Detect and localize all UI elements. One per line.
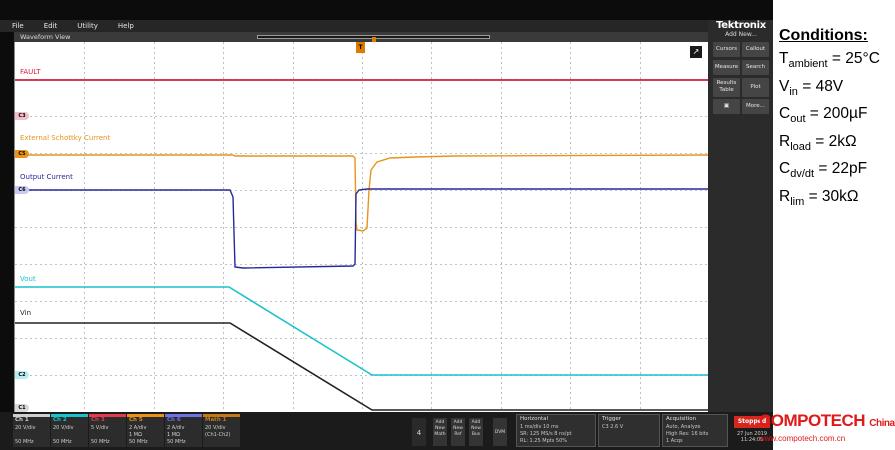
cursors-button[interactable]: Cursors <box>713 42 740 57</box>
oscilloscope-window: File Edit Utility Help Waveform View T ↗… <box>0 0 773 450</box>
add-new-ref-button[interactable]: Add New Ref <box>451 418 465 446</box>
search-button[interactable]: Search <box>742 60 769 75</box>
condition-cdvdt: Cdv/dt = 22pF <box>779 160 868 181</box>
channel-badge-setting: 1 MΩ <box>167 432 180 438</box>
more-button[interactable]: More... <box>742 99 769 114</box>
channel-badge-ch-6[interactable]: Ch 6 2 A/div 1 MΩ 50 MHz <box>165 414 202 447</box>
trace-label-fault: FAULT <box>20 68 41 76</box>
add-new-label: Add New... <box>725 31 757 38</box>
horizontal-title: Horizontal <box>520 416 549 422</box>
callout-button[interactable]: Callout <box>742 42 769 57</box>
channel-5-offset-marker[interactable]: C5 <box>15 150 29 158</box>
watermark: COMPOTECH China www.compotech.com.cn <box>759 411 895 444</box>
channel-badge-ch-1[interactable]: Ch 1 20 V/div 50 MHz <box>13 414 50 447</box>
timebase-navigator[interactable] <box>257 35 490 44</box>
channel-badge-ch-3[interactable]: Ch 3 5 V/div 50 MHz <box>89 414 126 447</box>
trigger-line-1: C3 2.6 V <box>602 424 624 430</box>
channel-count[interactable]: 4 <box>412 418 426 446</box>
vin-trace <box>15 322 709 411</box>
channel-6-offset-marker[interactable]: C6 <box>15 186 29 194</box>
waveform-plot[interactable]: T ↗ FAULT External Schottky Current Outp… <box>14 42 709 412</box>
channel-badge-setting: 50 MHz <box>167 439 186 445</box>
menu-help[interactable]: Help <box>106 22 142 30</box>
horizontal-line-2: SR: 125 MS/s 8 ns/pt <box>520 431 572 437</box>
channel-badge-ch-5[interactable]: Ch 5 2 A/div 1 MΩ 50 MHz <box>127 414 164 447</box>
channel-badge-setting: (Ch1-Ch2) <box>205 432 231 438</box>
waveform-view-title: Waveform View <box>20 33 71 41</box>
channel-badge-setting: 2 A/div <box>129 425 147 431</box>
acquisition-settings[interactable]: Acquisition Auto, Analyze High Res: 16 b… <box>662 414 728 447</box>
collapse-arrow-icon[interactable]: ↗ <box>690 46 702 58</box>
brand-logo: Tektronix <box>716 20 766 31</box>
menu-file[interactable]: File <box>0 22 32 30</box>
channel-badge-setting: 50 MHz <box>91 439 110 445</box>
channel-1-offset-marker[interactable]: C1 <box>15 404 29 412</box>
channel-badge-setting: 2 A/div <box>167 425 185 431</box>
menu-edit[interactable]: Edit <box>32 22 66 30</box>
watermark-logo: COMPOTECH China <box>759 411 895 430</box>
acquisition-title: Acquisition <box>666 416 697 422</box>
add-new-math-button[interactable]: Add New Math <box>433 418 447 446</box>
channel-badge-setting: 50 MHz <box>53 439 72 445</box>
channel-badge-title: Math 1 <box>205 417 227 423</box>
channel-badge-setting: 1 MΩ <box>129 432 142 438</box>
dvm-button[interactable]: DVM <box>493 418 507 446</box>
channel-badge-setting: 20 V/div <box>205 425 226 431</box>
channel-badge-setting: 20 V/div <box>53 425 74 431</box>
plot-button[interactable]: Plot <box>742 78 769 97</box>
condition-vin: Vin = 48V <box>779 77 844 98</box>
acquisition-line-3: 1 Acqs <box>666 438 683 444</box>
acquisition-line-1: Auto, Analyze <box>666 424 701 430</box>
channel-badge-title: Ch 3 <box>91 417 105 423</box>
vout-trace <box>15 286 709 376</box>
trigger-title: Trigger <box>602 416 621 422</box>
menu-utility[interactable]: Utility <box>65 22 106 30</box>
condition-cout: Cout = 200µF <box>779 105 868 126</box>
channel-badge-setting: 5 V/div <box>91 425 109 431</box>
horizontal-line-1: 1 ms/div 10 ms <box>520 424 559 430</box>
trigger-settings[interactable]: Trigger C3 2.6 V <box>598 414 660 447</box>
trigger-position-marker[interactable]: T <box>356 42 365 53</box>
horizontal-line-3: RL: 1.25 Mpts 50% <box>520 438 568 444</box>
test-conditions: Conditions: Tambient = 25°C Vin = 48V Co… <box>779 27 895 214</box>
channel-badge-setting: 50 MHz <box>15 439 34 445</box>
image-icon[interactable]: ▣ <box>713 99 740 114</box>
channel-badge-ch-2[interactable]: Ch 2 20 V/div 50 MHz <box>51 414 88 447</box>
horizontal-settings[interactable]: Horizontal 1 ms/div 10 ms SR: 125 MS/s 8… <box>516 414 596 447</box>
channel-badge-setting: 50 MHz <box>129 439 148 445</box>
condition-rlim: Rlim = 30kΩ <box>779 187 859 209</box>
trace-label-output-current: Output Current <box>20 173 73 181</box>
channel-badge-title: Ch 1 <box>15 417 29 423</box>
measure-button[interactable]: Measure <box>713 60 740 75</box>
trace-label-schottky-current: External Schottky Current <box>20 134 111 142</box>
channel-2-offset-marker[interactable]: C2 <box>15 371 29 379</box>
channel-badge-title: Ch 5 <box>129 417 143 423</box>
acquisition-line-2: High Res: 16 bits <box>666 431 709 437</box>
waveform-view-header: Waveform View <box>14 32 708 44</box>
channel-badge-math-1[interactable]: Math 1 20 V/div (Ch1-Ch2) <box>203 414 240 447</box>
conditions-title: Conditions: <box>779 27 868 44</box>
condition-ambient: Tambient = 25°C <box>779 50 880 71</box>
waveform-graticule <box>15 42 709 412</box>
channel-badge-setting: 20 V/div <box>15 425 36 431</box>
schottky-current-trace <box>15 154 709 232</box>
menu-bar: File Edit Utility Help <box>0 20 708 32</box>
condition-rload: Rload = 2kΩ <box>779 132 857 153</box>
channel-badge-title: Ch 2 <box>53 417 67 423</box>
output-current-trace <box>15 188 709 269</box>
trace-label-vin: Vin <box>20 309 32 317</box>
add-new-bus-button[interactable]: Add New Bus <box>469 418 483 446</box>
results-table-button[interactable]: Results Table <box>713 78 740 97</box>
trace-label-vout: Vout <box>20 275 36 283</box>
watermark-url: www.compotech.com.cn <box>759 434 846 443</box>
channel-badge-title: Ch 6 <box>167 417 181 423</box>
channel-3-offset-marker[interactable]: C3 <box>15 112 29 120</box>
